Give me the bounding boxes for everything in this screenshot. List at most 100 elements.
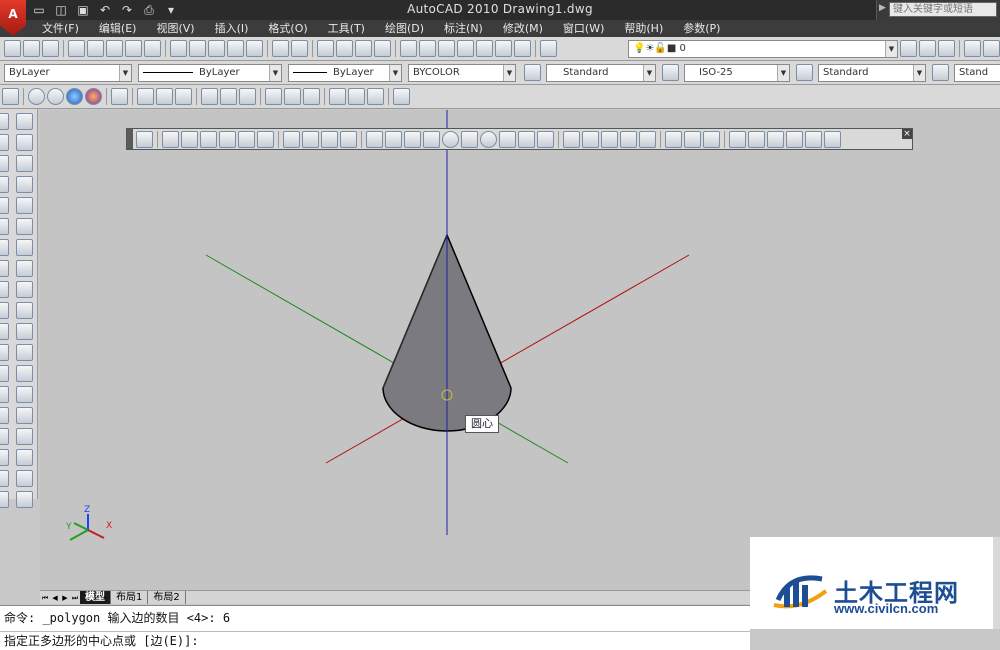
extend-icon[interactable] — [16, 323, 33, 340]
sheet-set-icon[interactable] — [457, 40, 474, 57]
subtract-solid-icon[interactable] — [684, 131, 701, 148]
stretch-icon[interactable] — [16, 281, 33, 298]
3d-align-icon[interactable] — [767, 131, 784, 148]
torus-icon[interactable] — [480, 131, 497, 148]
gradient-icon[interactable] — [0, 428, 9, 445]
ucs-icon[interactable] — [137, 88, 154, 105]
zoom-previous-icon[interactable] — [374, 40, 391, 57]
view-left-icon[interactable] — [200, 131, 217, 148]
revision-cloud-icon[interactable] — [0, 260, 9, 277]
linetype-combo[interactable]: ByLayer ▼ — [138, 64, 282, 82]
search-input[interactable] — [889, 2, 997, 17]
undo-icon[interactable] — [272, 40, 289, 57]
revolve-icon[interactable] — [620, 131, 637, 148]
save-icon[interactable] — [42, 40, 59, 57]
tool-palettes-icon[interactable] — [438, 40, 455, 57]
tab-layout2[interactable]: 布局2 — [148, 591, 186, 604]
plotstyle-combo[interactable]: BYCOLOR ▼ — [408, 64, 516, 82]
3d-hidden-icon[interactable] — [47, 88, 64, 105]
materials-icon[interactable] — [824, 131, 841, 148]
move-icon[interactable] — [16, 218, 33, 235]
markup-icon[interactable] — [476, 40, 493, 57]
plot-icon[interactable] — [68, 40, 85, 57]
cut-icon[interactable] — [170, 40, 187, 57]
circle-icon[interactable] — [0, 239, 9, 256]
polygon-icon[interactable] — [0, 176, 9, 193]
block-editor-icon[interactable] — [246, 40, 263, 57]
menu-view[interactable]: 视图(V) — [146, 20, 204, 37]
menu-edit[interactable]: 编辑(E) — [89, 20, 147, 37]
3d-array-icon[interactable] — [786, 131, 803, 148]
new-icon[interactable] — [4, 40, 21, 57]
box-icon[interactable] — [366, 131, 383, 148]
helix-icon[interactable] — [518, 131, 535, 148]
multileader-style-combo[interactable]: Stand — [954, 64, 1000, 82]
open-icon[interactable] — [23, 40, 40, 57]
array-icon[interactable] — [16, 197, 33, 214]
dimension-style-icon[interactable] — [662, 64, 679, 81]
hatch-icon[interactable] — [0, 407, 9, 424]
menu-tools[interactable]: 工具(T) — [318, 20, 375, 37]
menu-insert[interactable]: 插入(I) — [205, 20, 259, 37]
zoom-window-icon[interactable] — [355, 40, 372, 57]
design-center-icon[interactable] — [419, 40, 436, 57]
match-properties-icon[interactable] — [227, 40, 244, 57]
layer-combo[interactable]: 💡☀🔓■ 0 ▼ — [628, 40, 898, 58]
view-bottom-icon[interactable] — [181, 131, 198, 148]
mirror-icon[interactable] — [16, 155, 33, 172]
offset-icon[interactable] — [16, 176, 33, 193]
make-block-icon[interactable] — [0, 365, 9, 382]
polysolid-icon[interactable] — [136, 131, 153, 148]
copy-icon[interactable] — [189, 40, 206, 57]
scale-icon[interactable] — [16, 260, 33, 277]
help-icon[interactable] — [514, 40, 531, 57]
copy-object-icon[interactable] — [16, 134, 33, 151]
tab-layout1[interactable]: 布局1 — [111, 591, 149, 604]
drawing-canvas[interactable]: Z Y X — [40, 110, 1000, 590]
command-prompt[interactable]: 指定正多边形的中心点或 [边(E)]: — [0, 631, 750, 650]
join-icon[interactable] — [16, 365, 33, 382]
loft-icon[interactable] — [639, 131, 656, 148]
extrude-icon[interactable] — [16, 449, 33, 466]
se-isometric-icon[interactable] — [302, 131, 319, 148]
rotate-icon[interactable] — [16, 239, 33, 256]
dimension-style-combo[interactable]: ISO-25 ▼ — [684, 64, 790, 82]
pyramid-icon[interactable] — [404, 131, 421, 148]
spline-icon[interactable] — [0, 281, 9, 298]
ucs-face-icon[interactable] — [201, 88, 218, 105]
conceptual-icon[interactable] — [85, 88, 102, 105]
view-back-icon[interactable] — [257, 131, 274, 148]
erase-icon[interactable] — [16, 113, 33, 130]
redo-icon[interactable] — [291, 40, 308, 57]
menu-draw[interactable]: 绘图(D) — [375, 20, 434, 37]
make-current-layer-icon[interactable] — [900, 40, 917, 57]
ucs-origin-icon[interactable] — [265, 88, 282, 105]
lineweight-combo[interactable]: ByLayer ▼ — [288, 64, 402, 82]
view-top-icon[interactable] — [162, 131, 179, 148]
cone-icon[interactable] — [423, 131, 440, 148]
wedge-icon[interactable] — [385, 131, 402, 148]
tab-model[interactable]: 模型 — [80, 591, 111, 604]
workspace-icon[interactable] — [964, 40, 981, 57]
layer-states-icon[interactable] — [938, 40, 955, 57]
sweep-icon[interactable] — [601, 131, 618, 148]
color-combo[interactable]: ByLayer ▼ — [4, 64, 132, 82]
break-icon[interactable] — [16, 344, 33, 361]
paste-icon[interactable] — [208, 40, 225, 57]
3d-move-icon[interactable] — [729, 131, 746, 148]
multiline-text-icon[interactable] — [0, 491, 9, 508]
ucs-z-rotate-icon[interactable] — [367, 88, 384, 105]
ucs-previous-icon[interactable] — [175, 88, 192, 105]
design-feed-icon[interactable] — [144, 40, 161, 57]
ucs-view-icon[interactable] — [239, 88, 256, 105]
menu-modify[interactable]: 修改(M) — [493, 20, 553, 37]
3d-rotate-icon[interactable] — [748, 131, 765, 148]
realistic-icon[interactable] — [66, 88, 83, 105]
menu-file[interactable]: 文件(F) — [32, 20, 89, 37]
polyline-icon[interactable] — [0, 155, 9, 172]
chamfer-icon[interactable] — [16, 386, 33, 403]
flatshot-icon[interactable] — [537, 131, 554, 148]
arc-icon[interactable] — [0, 218, 9, 235]
drawing-viewport[interactable]: Z Y X — [40, 110, 1000, 590]
visual-styles-manager-icon[interactable] — [111, 88, 128, 105]
